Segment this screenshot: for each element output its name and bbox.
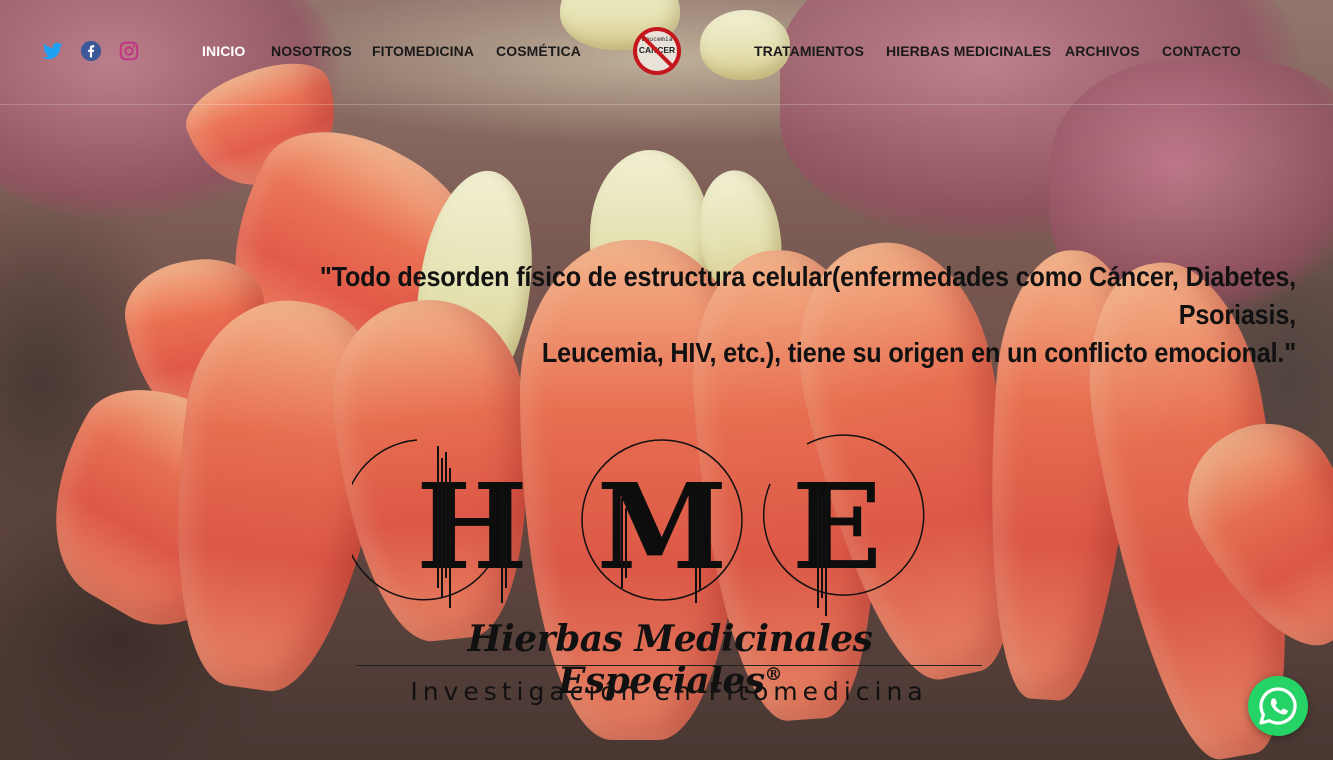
site-header: INICIO NOSOTROS FITOMEDICINA COSMÉTICA L…: [0, 0, 1333, 105]
whatsapp-button[interactable]: [1248, 676, 1308, 736]
brand-divider: [356, 665, 982, 666]
brand-tagline: Investigación en Fitomedicina: [410, 677, 928, 706]
nav-contacto[interactable]: CONTACTO: [1162, 43, 1241, 59]
nav-cosmetica[interactable]: COSMÉTICA: [496, 43, 581, 59]
nav-tratamientos[interactable]: TRATAMIENTOS: [754, 43, 864, 59]
whatsapp-icon: [1259, 687, 1297, 725]
hero-quote: "Todo desorden físico de estructura celu…: [211, 258, 1296, 372]
nav-hierbas-medicinales[interactable]: HIERBAS MEDICINALES: [886, 43, 1051, 59]
logo-letter-e: E: [792, 457, 882, 596]
twitter-icon[interactable]: [42, 40, 64, 62]
logo-letter-h: H: [416, 457, 528, 596]
nav-nosotros[interactable]: NOSOTROS: [271, 43, 352, 59]
facebook-icon[interactable]: [80, 40, 102, 62]
nav-archivos[interactable]: ARCHIVOS: [1065, 43, 1140, 59]
instagram-icon[interactable]: [118, 40, 140, 62]
hero-quote-line-1: "Todo desorden físico de estructura celu…: [319, 261, 1296, 330]
hero-quote-line-2: Leucemia, HIV, etc.), tiene su origen en…: [541, 337, 1296, 368]
no-cancer-logo-icon[interactable]: Leucemia CANCER: [632, 26, 682, 76]
logo-letter-m: M: [597, 457, 728, 596]
nav-inicio[interactable]: INICIO: [202, 43, 245, 59]
nav-fitomedicina[interactable]: FITOMEDICINA: [372, 43, 474, 59]
